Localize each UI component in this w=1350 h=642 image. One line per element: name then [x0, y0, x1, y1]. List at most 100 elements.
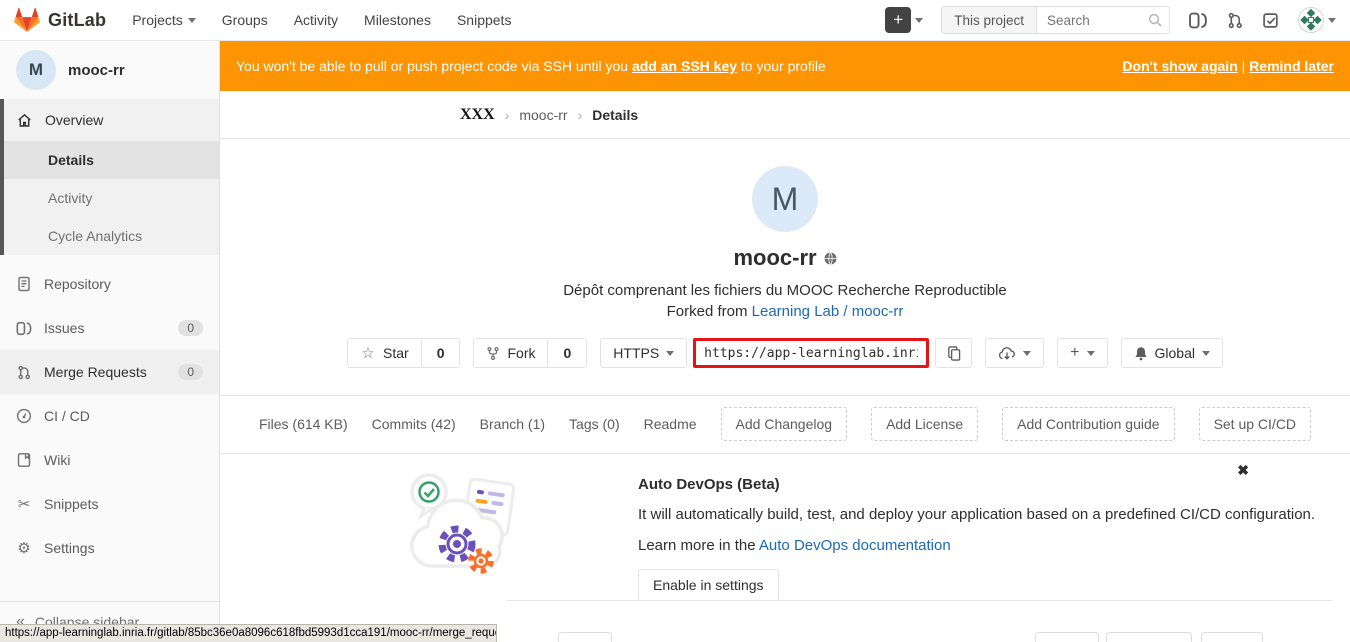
ssh-warning-banner: You won't be able to pull or push projec…: [220, 41, 1350, 91]
gauge-icon: [16, 408, 32, 424]
clipboard-icon: [946, 345, 961, 361]
chevron-down-icon: [1087, 351, 1095, 356]
tanuki-icon: [14, 7, 40, 33]
branch-selector-button[interactable]: [558, 632, 612, 642]
home-icon: [16, 112, 33, 128]
file-action-button[interactable]: [1035, 632, 1099, 642]
book-icon: [16, 452, 32, 468]
main-content: XXX › mooc-rr › Details M mooc-rr Dépôt …: [220, 91, 1350, 642]
star-button[interactable]: ☆ Star: [348, 339, 421, 367]
nav-snippets[interactable]: Snippets: [457, 12, 511, 28]
clone-url-group: HTTPS: [600, 338, 972, 368]
enable-in-settings-button[interactable]: Enable in settings: [638, 569, 779, 601]
sidebar-item-overview[interactable]: Overview: [4, 99, 219, 141]
copy-url-button[interactable]: [935, 338, 972, 368]
chevron-down-icon: [188, 18, 196, 23]
issues-icon: [16, 321, 32, 336]
readme-link[interactable]: Readme: [644, 416, 697, 432]
devops-description: It will automatically build, test, and d…: [638, 506, 1350, 523]
project-title: mooc-rr: [733, 245, 816, 271]
files-link[interactable]: Files (614 KB): [259, 416, 348, 432]
star-button-group: ☆ Star 0: [347, 338, 460, 368]
browser-status-bar: https://app-learninglab.inria.fr/gitlab/…: [0, 624, 497, 642]
nav-milestones[interactable]: Milestones: [364, 12, 431, 28]
sidebar-item-activity[interactable]: Activity: [4, 179, 219, 217]
tags-link[interactable]: Tags (0): [569, 416, 620, 432]
breadcrumb-separator: ›: [578, 107, 583, 123]
sidebar-project-header[interactable]: M mooc-rr: [0, 41, 219, 99]
branch-link[interactable]: Branch (1): [480, 416, 545, 432]
sidebar-item-details[interactable]: Details: [4, 141, 219, 179]
nav-projects[interactable]: Projects: [132, 12, 196, 28]
star-count[interactable]: 0: [421, 339, 460, 367]
nav-activity[interactable]: Activity: [294, 12, 338, 28]
breadcrumb: XXX › mooc-rr › Details: [220, 91, 1350, 139]
project-avatar: M: [752, 166, 818, 232]
search-scope-label: This project: [942, 7, 1037, 33]
fork-count[interactable]: 0: [547, 339, 586, 367]
new-menu-button[interactable]: +: [885, 7, 923, 33]
gear-icon: ⚙: [16, 539, 32, 557]
project-header: M mooc-rr Dépôt comprenant les fichiers …: [220, 139, 1350, 396]
add-dropdown[interactable]: +: [1057, 338, 1107, 368]
dont-show-again-link[interactable]: Don't show again: [1122, 58, 1237, 74]
setup-cicd-button[interactable]: Set up CI/CD: [1199, 407, 1311, 441]
sidebar-item-ci-cd[interactable]: CI / CD: [0, 394, 219, 438]
plus-icon: +: [1070, 344, 1079, 362]
sidebar-item-issues[interactable]: Issues 0: [0, 306, 219, 350]
download-dropdown[interactable]: [985, 338, 1044, 368]
protocol-dropdown[interactable]: HTTPS: [600, 338, 687, 368]
star-icon: ☆: [360, 344, 376, 362]
main-nav: Projects Groups Activity Milestones Snip…: [132, 12, 511, 28]
user-menu[interactable]: [1298, 7, 1336, 33]
breadcrumb-project[interactable]: mooc-rr: [519, 107, 567, 123]
top-navbar: GitLab Projects Groups Activity Mileston…: [0, 0, 1350, 41]
brand-name: GitLab: [48, 10, 106, 31]
sidebar-item-merge-requests[interactable]: Merge Requests 0: [0, 350, 219, 394]
sidebar-project-name: mooc-rr: [68, 62, 125, 79]
add-changelog-button[interactable]: Add Changelog: [721, 407, 848, 441]
file-action-button[interactable]: [1106, 632, 1192, 642]
fork-button[interactable]: Fork: [474, 339, 547, 367]
add-license-button[interactable]: Add License: [871, 407, 978, 441]
merge-requests-dashboard-icon[interactable]: [1226, 12, 1244, 29]
add-ssh-key-link[interactable]: add an SSH key: [632, 58, 737, 74]
bell-icon: [1134, 346, 1148, 361]
devops-docs-link[interactable]: Auto DevOps documentation: [759, 537, 951, 554]
public-globe-icon: [824, 252, 837, 265]
gitlab-app: GitLab Projects Groups Activity Mileston…: [0, 0, 1350, 642]
remind-later-link[interactable]: Remind later: [1249, 58, 1334, 74]
sidebar-item-settings[interactable]: ⚙ Settings: [0, 526, 219, 570]
chevron-down-icon: [1023, 351, 1031, 356]
search-icon: [1147, 12, 1163, 28]
nav-groups[interactable]: Groups: [222, 12, 268, 28]
sidebar-item-snippets[interactable]: ✂ Snippets: [0, 482, 219, 526]
chevron-down-icon: [666, 351, 674, 356]
sidebar-menu: Repository Issues 0 Merge Requests 0: [0, 262, 219, 570]
commits-link[interactable]: Commits (42): [372, 416, 456, 432]
breadcrumb-group[interactable]: XXX: [460, 106, 495, 124]
add-contribution-guide-button[interactable]: Add Contribution guide: [1002, 407, 1174, 441]
sidebar-item-repository[interactable]: Repository: [0, 262, 219, 306]
notifications-dropdown[interactable]: Global: [1121, 338, 1223, 368]
close-icon[interactable]: ✖: [1237, 462, 1249, 479]
issues-dashboard-icon[interactable]: [1188, 12, 1208, 29]
chevron-down-icon: [1202, 351, 1210, 356]
merge-requests-count-badge: 0: [178, 364, 203, 380]
merge-request-icon: [16, 365, 32, 380]
sidebar-section-overview: Overview Details Activity Cycle Analytic…: [0, 99, 219, 255]
sidebar-item-wiki[interactable]: Wiki: [0, 438, 219, 482]
project-actions: ☆ Star 0 Fork 0 HTTPS: [220, 338, 1350, 368]
forked-from-link[interactable]: Learning Lab / mooc-rr: [752, 303, 904, 320]
file-action-button[interactable]: [1201, 632, 1263, 642]
fork-button-group: Fork 0: [473, 338, 587, 368]
chevron-down-icon: [915, 18, 923, 23]
todos-icon[interactable]: [1262, 12, 1280, 29]
chevron-down-icon: [1328, 18, 1336, 23]
sidebar-item-cycle-analytics[interactable]: Cycle Analytics: [4, 217, 219, 255]
document-icon: [16, 276, 32, 292]
breadcrumb-separator: ›: [505, 107, 510, 123]
gitlab-logo[interactable]: GitLab: [14, 7, 106, 33]
clone-url-input[interactable]: [693, 338, 929, 368]
plus-icon: +: [885, 7, 911, 33]
